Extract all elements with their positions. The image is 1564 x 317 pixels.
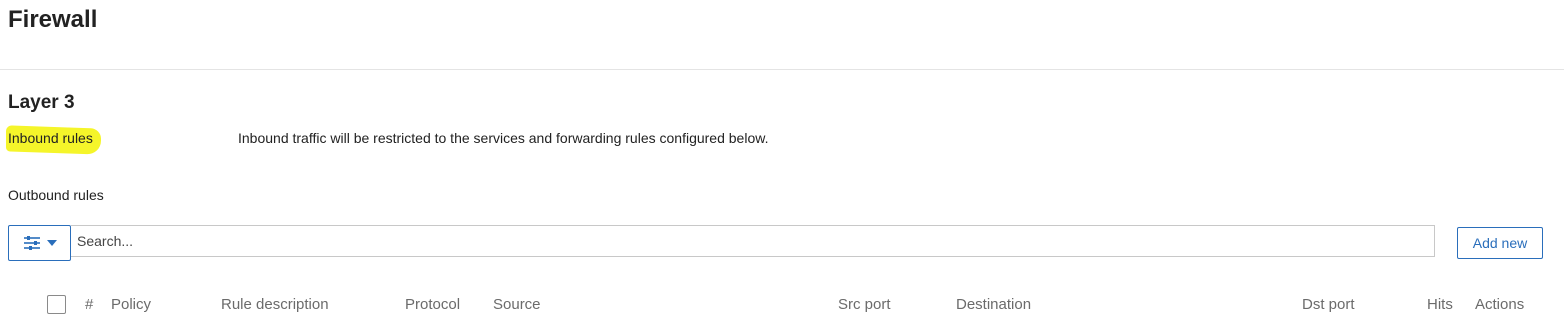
column-header-number: # — [85, 296, 94, 313]
filter-button[interactable] — [8, 225, 71, 261]
column-header-rule-description[interactable]: Rule description — [221, 296, 329, 313]
section-title: Layer 3 — [8, 92, 75, 113]
column-header-source[interactable]: Source — [493, 296, 541, 313]
column-header-destination[interactable]: Destination — [956, 296, 1031, 313]
caret-down-icon — [46, 240, 57, 246]
column-header-protocol[interactable]: Protocol — [405, 296, 460, 313]
column-header-hits[interactable]: Hits — [1427, 296, 1453, 313]
inbound-rules-description: Inbound traffic will be restricted to th… — [238, 130, 769, 146]
header-divider — [0, 69, 1564, 70]
outbound-rules-label[interactable]: Outbound rules — [8, 187, 104, 203]
page-title: Firewall — [8, 6, 98, 33]
inbound-rules-label: Inbound rules — [8, 130, 93, 146]
add-new-button[interactable]: Add new — [1457, 227, 1543, 259]
select-all-checkbox[interactable] — [47, 295, 66, 314]
search-input[interactable] — [71, 225, 1435, 257]
sliders-icon — [23, 235, 41, 251]
column-header-src-port[interactable]: Src port — [838, 296, 891, 313]
column-header-actions: Actions — [1475, 296, 1525, 313]
column-header-dst-port[interactable]: Dst port — [1302, 296, 1355, 313]
column-header-policy[interactable]: Policy — [111, 296, 151, 313]
